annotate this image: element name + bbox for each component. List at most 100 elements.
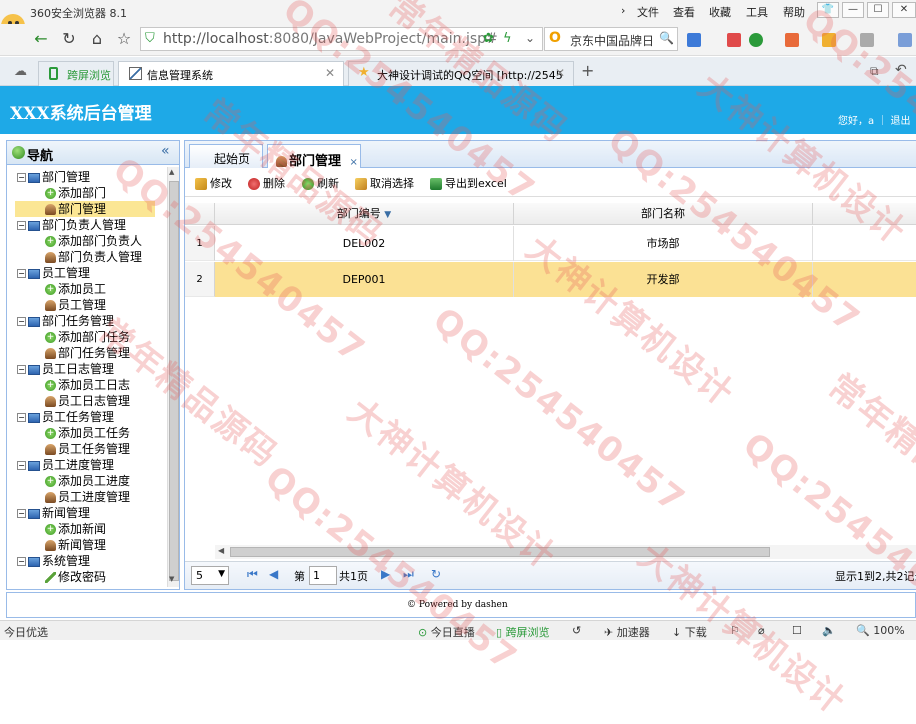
security-icon[interactable] xyxy=(749,33,763,47)
collapse-toggle-icon[interactable]: − xyxy=(17,509,26,518)
scroll-down-icon[interactable]: ▼ xyxy=(169,575,174,583)
nav-scrollbar[interactable]: ▲ ▼ xyxy=(167,167,179,587)
status-download[interactable]: ↓ 下载 xyxy=(672,624,707,640)
search-icon[interactable]: 🔍 xyxy=(659,31,674,45)
last-page-icon[interactable]: ⏭ xyxy=(403,567,414,582)
cancel-select-button[interactable]: 取消选择 xyxy=(355,175,414,191)
scroll-left-icon[interactable]: ◀ xyxy=(218,546,224,555)
close-window-button[interactable]: ✕ xyxy=(892,2,916,18)
nav-item[interactable]: + 添加新闻 xyxy=(45,521,106,537)
first-page-icon[interactable]: ⏮ xyxy=(247,567,258,582)
user-greeting[interactable]: 您好，a ｜ 退出 xyxy=(838,112,911,127)
nav-item[interactable]: 部门负责人管理 xyxy=(45,249,142,265)
status-accelerator[interactable]: ✈ 加速器 xyxy=(604,624,650,640)
nav-item[interactable]: 新闻管理 xyxy=(45,537,106,553)
scroll-thumb[interactable] xyxy=(230,547,770,557)
apps-icon[interactable] xyxy=(687,33,701,47)
collapse-toggle-icon[interactable]: − xyxy=(17,317,26,326)
table-row-selected[interactable]: DEP001 开发部 xyxy=(215,262,916,297)
nav-item[interactable]: + 添加部门 xyxy=(45,185,106,201)
nav-item[interactable]: 员工管理 xyxy=(45,297,106,313)
status-live[interactable]: ⊙ 今日直播 xyxy=(418,624,475,640)
mail-icon[interactable] xyxy=(727,33,741,47)
column-header-dept-code[interactable]: 部门编号 ▼ xyxy=(215,203,514,225)
nav-group[interactable]: − 新闻管理 xyxy=(17,505,90,521)
nav-group[interactable]: − 部门管理 xyxy=(17,169,90,185)
status-daily-picks[interactable]: 今日优选 xyxy=(4,624,48,640)
nav-item[interactable]: + 添加员工 xyxy=(45,281,106,297)
screenshot-icon[interactable] xyxy=(822,33,836,47)
nav-group[interactable]: − 部门任务管理 xyxy=(17,313,114,329)
menu-view[interactable]: 查看 xyxy=(673,4,695,20)
status-cross-screen[interactable]: ▯ 跨屏浏览 xyxy=(496,624,550,640)
nav-item[interactable]: + 添加部门任务 xyxy=(45,329,130,345)
menu-help[interactable]: 帮助 xyxy=(783,4,805,20)
new-tab-icon[interactable]: + xyxy=(581,61,594,80)
tab-start-page[interactable]: 起始页 xyxy=(189,144,263,168)
grid-horizontal-scrollbar[interactable]: ◀ xyxy=(215,545,916,559)
refresh-button[interactable]: 刷新 xyxy=(302,175,339,191)
close-tab-icon[interactable]: × xyxy=(350,157,358,168)
menu-file[interactable]: 文件 xyxy=(637,4,659,20)
collapse-toggle-icon[interactable]: − xyxy=(17,221,26,230)
page-number-input[interactable]: 1 xyxy=(309,566,337,585)
tab-dept-management[interactable]: 部门管理 × xyxy=(267,144,361,169)
edit-button[interactable]: 修改 xyxy=(195,175,232,191)
maximize-button[interactable]: ☐ xyxy=(867,2,889,18)
collapse-toggle-icon[interactable]: − xyxy=(17,557,26,566)
status-sound-icon[interactable]: 🔈 xyxy=(822,624,836,637)
collapse-toggle-icon[interactable]: − xyxy=(17,461,26,470)
status-flag-icon[interactable]: ⚐ xyxy=(730,624,740,637)
nav-item[interactable]: 部门管理 xyxy=(15,201,155,217)
close-tab-icon[interactable]: ✕ xyxy=(325,66,335,80)
nav-item[interactable]: + 添加部门负责人 xyxy=(45,233,142,249)
nav-item[interactable]: 员工进度管理 xyxy=(45,489,130,505)
tab-cross-screen[interactable]: 跨屏浏览 xyxy=(38,61,114,86)
home-icon[interactable]: ⌂ xyxy=(86,28,108,50)
collapse-toggle-icon[interactable]: − xyxy=(17,413,26,422)
next-page-icon[interactable]: ▶ xyxy=(381,567,390,581)
status-zoom[interactable]: 🔍 100% xyxy=(856,624,905,637)
search-box[interactable]: O 京东中国品牌日 🔍 xyxy=(544,27,678,51)
reload-icon[interactable]: ↻ xyxy=(58,28,80,50)
close-tab-icon[interactable]: ✕ xyxy=(555,66,565,80)
minimize-button[interactable]: — xyxy=(842,2,864,18)
collapse-toggle-icon[interactable]: − xyxy=(17,269,26,278)
tab-info-system[interactable]: 信息管理系统 ✕ xyxy=(118,61,344,86)
chevron-down-icon[interactable]: ⌄ xyxy=(525,31,535,45)
collapse-toggle-icon[interactable]: − xyxy=(17,365,26,374)
page-size-select[interactable]: 5 ▼ xyxy=(191,566,229,585)
sync-icon[interactable]: ✿ xyxy=(483,31,494,46)
menu-arrow-icon[interactable]: › xyxy=(621,4,625,17)
search-input[interactable]: 京东中国品牌日 xyxy=(570,32,654,49)
refresh-icon[interactable]: ↻ xyxy=(431,567,441,581)
menu-tools[interactable]: 工具 xyxy=(746,4,768,20)
cloud-icon[interactable]: ☁ xyxy=(14,64,27,79)
collapse-icon[interactable]: « xyxy=(161,143,170,159)
status-window-icon[interactable]: ☐ xyxy=(792,624,802,637)
nav-item[interactable]: 部门任务管理 xyxy=(45,345,130,361)
prev-page-icon[interactable]: ◀ xyxy=(269,567,278,581)
nav-item[interactable]: 员工任务管理 xyxy=(45,441,130,457)
search-engine-icon[interactable]: O xyxy=(549,30,561,46)
nav-item[interactable]: 修改密码 xyxy=(45,569,106,585)
lightning-icon[interactable]: ϟ xyxy=(503,31,512,46)
back-arrow-icon[interactable]: ← xyxy=(30,28,52,50)
star-icon[interactable]: ☆ xyxy=(113,28,135,50)
extension-icon[interactable] xyxy=(860,33,874,47)
table-row[interactable]: DEL002 市场部 xyxy=(215,226,916,261)
undo-icon[interactable]: ↶ xyxy=(895,62,907,78)
scroll-up-icon[interactable]: ▲ xyxy=(169,168,174,176)
column-header-dept-name[interactable]: 部门名称 xyxy=(514,203,813,225)
nav-group[interactable]: − 员工日志管理 xyxy=(17,361,114,377)
export-excel-button[interactable]: 导出到excel xyxy=(430,175,507,191)
status-refresh-icon[interactable]: ↺ xyxy=(572,624,581,637)
menu-favorites[interactable]: 收藏 xyxy=(709,4,731,20)
nav-item[interactable]: + 添加员工进度 xyxy=(45,473,130,489)
nav-group[interactable]: − 部门负责人管理 xyxy=(17,217,126,233)
collapse-toggle-icon[interactable]: − xyxy=(17,173,26,182)
status-clean-icon[interactable]: ⌀ xyxy=(758,624,765,637)
tab-qq-space[interactable]: ★ 大神设计调试的QQ空间 [http://2545 ✕ xyxy=(348,61,574,86)
nav-item[interactable]: + 添加员工日志 xyxy=(45,377,130,393)
nav-item[interactable]: + 添加员工任务 xyxy=(45,425,130,441)
